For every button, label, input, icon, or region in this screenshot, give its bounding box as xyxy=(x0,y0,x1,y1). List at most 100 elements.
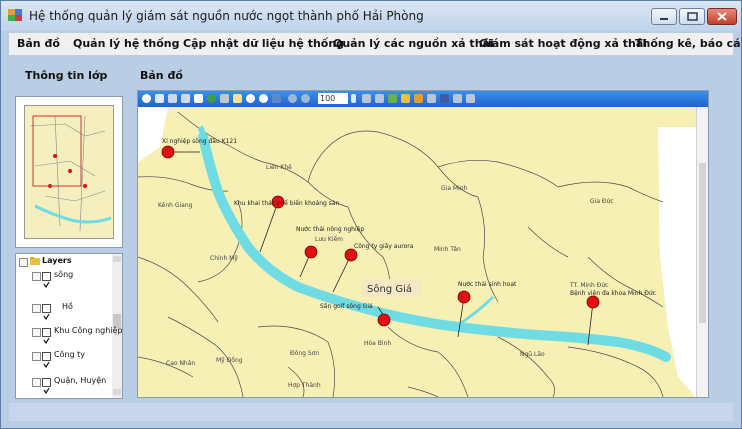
layer-song-expander[interactable] xyxy=(32,272,41,281)
place-label: Ngũ Lão xyxy=(520,351,545,358)
application-window: Hệ thống quản lý giám sát nguồn nước ngọ… xyxy=(0,0,742,429)
zoom-in-icon[interactable] xyxy=(246,94,255,103)
prev-extent-icon[interactable] xyxy=(288,94,297,103)
place-label: Lưu Kiếm xyxy=(315,236,343,243)
place-label: TT. Minh Đức xyxy=(569,282,608,289)
zoom-input[interactable]: 100 xyxy=(318,93,348,104)
layers-scroll-down[interactable] xyxy=(113,389,121,395)
save-icon[interactable] xyxy=(440,94,449,103)
identify-icon[interactable] xyxy=(375,94,384,103)
overview-map-panel xyxy=(15,96,123,248)
place-label: Hợp Thành xyxy=(288,382,321,389)
menu-thong-ke-bao-cao[interactable]: Thống kê, báo cáo xyxy=(635,37,741,50)
select-icon[interactable] xyxy=(194,94,203,103)
check-icon xyxy=(43,337,50,345)
print-icon[interactable] xyxy=(453,94,462,103)
facility-label: Bệnh viện đa khoa Minh Đức xyxy=(570,290,656,297)
check-icon xyxy=(43,313,50,321)
map-scroll-thumb[interactable] xyxy=(699,163,706,323)
layer-song-checkbox[interactable] xyxy=(42,272,51,289)
layer-quanhuyen-label: Quận, Huyện xyxy=(54,376,107,385)
place-label: Đông Sơn xyxy=(290,350,319,357)
place-label: Cao Nhân xyxy=(166,360,195,367)
zoom-in-fixed-icon[interactable] xyxy=(168,94,177,103)
status-strip xyxy=(9,403,733,421)
layer-kcn-checkbox[interactable] xyxy=(42,328,51,345)
globe-icon[interactable] xyxy=(207,94,216,103)
minimize-icon xyxy=(660,18,668,20)
map-toolbar: 100 xyxy=(138,91,708,107)
menu-bar: Bản đồ Quản lý hệ thống Cập nhật dữ liệu… xyxy=(9,33,741,55)
layer-congty-expander[interactable] xyxy=(32,352,41,361)
title-bar: Hệ thống quản lý giám sát nguồn nước ngọ… xyxy=(1,1,741,31)
menu-cap-nhat-du-lieu[interactable]: Cập nhật dữ liệu hệ thống xyxy=(183,37,344,50)
layers-root-expander[interactable] xyxy=(19,258,28,267)
export-icon[interactable] xyxy=(466,94,475,103)
layer-kcn-label: Khu Công nghiệp xyxy=(54,326,123,335)
map-drawing: Xí nghiệp sông đầu K121 Khu khai thác ch… xyxy=(138,107,696,397)
layer-ho-label: Hồ xyxy=(62,302,73,311)
place-label: Gia Minh xyxy=(441,185,468,192)
measure-icon[interactable] xyxy=(362,94,371,103)
menu-giam-sat-xa-thai[interactable]: Giám sát hoạt động xả thải xyxy=(479,37,647,50)
zoom-spinner[interactable] xyxy=(351,94,356,103)
place-label: Liên Khê xyxy=(266,164,292,171)
minimize-button[interactable] xyxy=(651,8,677,25)
open-icon[interactable] xyxy=(414,94,423,103)
folder-icon xyxy=(30,257,40,265)
menu-ban-do[interactable]: Bản đồ xyxy=(17,37,60,50)
overview-map[interactable] xyxy=(24,105,114,239)
layer-song-label: sông xyxy=(54,270,74,279)
facility-label: Xí nghiệp sông đầu K121 xyxy=(162,137,237,145)
place-label: Gia Đức xyxy=(590,198,614,205)
menu-quan-ly-nguon-xa-thai[interactable]: Quản lý các nguồn xả thải xyxy=(333,37,494,50)
app-icon xyxy=(8,9,22,21)
close-icon xyxy=(717,12,727,21)
edit-icon[interactable] xyxy=(388,94,397,103)
map-canvas[interactable]: Xí nghiệp sông đầu K121 Khu khai thác ch… xyxy=(138,107,696,397)
river-label: Sông Giá xyxy=(367,283,412,295)
layer-kcn-expander[interactable] xyxy=(32,328,41,337)
check-icon xyxy=(43,281,50,289)
layers-scroll-up[interactable] xyxy=(113,256,121,262)
window-title: Hệ thống quản lý giám sát nguồn nước ngọ… xyxy=(29,9,424,23)
refresh-icon[interactable] xyxy=(155,94,164,103)
maximize-button[interactable] xyxy=(679,8,705,25)
facility-label: Sân golf sông Giá xyxy=(320,303,373,310)
facility-label: Khu khai thác chế biến khoáng sản xyxy=(234,200,340,207)
map-vertical-scrollbar[interactable] xyxy=(696,107,708,397)
layer-ho-checkbox[interactable] xyxy=(42,304,51,321)
close-button[interactable] xyxy=(707,8,737,25)
check-icon xyxy=(43,387,50,395)
place-label: Kênh Giang xyxy=(158,202,193,209)
maximize-icon xyxy=(687,12,698,21)
menu-quan-ly-he-thong[interactable]: Quản lý hệ thống xyxy=(73,37,180,50)
pan-icon[interactable] xyxy=(233,94,242,103)
check-icon xyxy=(43,361,50,369)
place-label: Minh Tân xyxy=(434,246,461,253)
back-icon[interactable] xyxy=(272,94,281,103)
layer-quanhuyen-expander[interactable] xyxy=(32,378,41,387)
map-title: Bản đồ xyxy=(140,69,183,82)
layer-icon[interactable] xyxy=(220,94,229,103)
facility-label: Nước thải nông nghiệp xyxy=(296,226,364,233)
map-frame: 100 Xí nghiệp sông đầu K121 Khu khai thá… xyxy=(137,90,709,398)
facility-label: Nước thải sinh hoạt xyxy=(458,281,517,288)
layer-congty-label: Công ty xyxy=(54,350,86,359)
find-icon[interactable] xyxy=(427,94,436,103)
layer-congty-checkbox[interactable] xyxy=(42,352,51,369)
layer-info-title: Thông tin lớp xyxy=(25,69,108,82)
full-extent-icon[interactable] xyxy=(142,94,151,103)
place-label: Mỹ Đồng xyxy=(216,356,243,364)
layers-panel: Layers sông Hồ Khu Công nghiệp Công ty Q… xyxy=(15,253,123,399)
zoom-out-icon[interactable] xyxy=(259,94,268,103)
layer-quanhuyen-checkbox[interactable] xyxy=(42,378,51,395)
overview-map-image xyxy=(25,106,113,238)
add-data-icon[interactable] xyxy=(401,94,410,103)
next-extent-icon[interactable] xyxy=(301,94,310,103)
facility-label: Công ty giấy aurora xyxy=(354,243,414,250)
zoom-out-fixed-icon[interactable] xyxy=(181,94,190,103)
layer-ho-expander[interactable] xyxy=(32,304,41,313)
place-label: Hòa Bình xyxy=(364,340,391,347)
place-label: Chính Mỹ xyxy=(210,255,238,262)
